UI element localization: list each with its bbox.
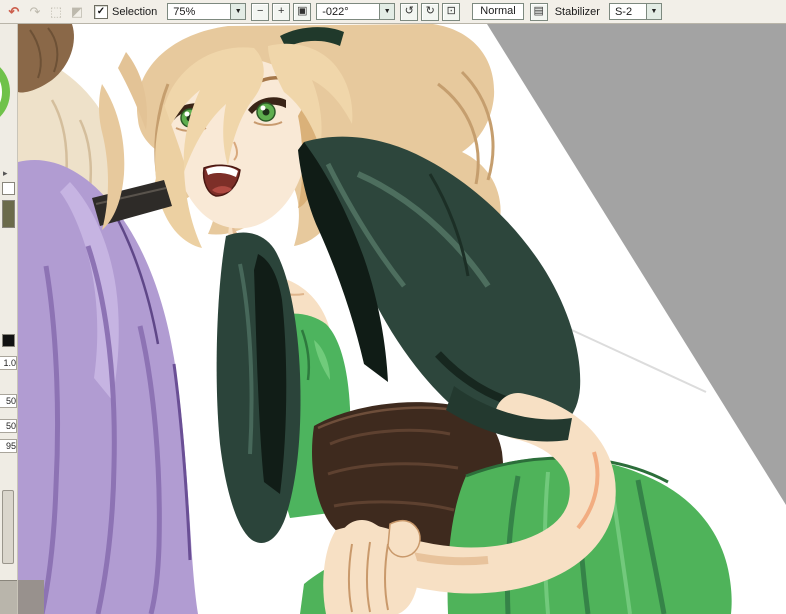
rotate-cw-icon[interactable]: ↻ <box>421 2 440 21</box>
panel-corner <box>0 580 17 614</box>
slider-value[interactable]: 50 <box>0 394 17 408</box>
rotate-ccw-icon[interactable]: ↺ <box>400 2 419 21</box>
top-toolbar: ↶ ↷ ⬚ ◩ ✓ Selection 75% ▼ − + ▣ -022° ▼ … <box>0 0 786 24</box>
selection-label: Selection <box>112 5 158 18</box>
angle-dropdown-icon[interactable]: ▼ <box>379 4 395 19</box>
zoom-reset-icon[interactable]: ▣ <box>293 2 312 21</box>
slider-value[interactable]: 95 <box>0 439 17 453</box>
selection-checkbox-group[interactable]: ✓ Selection <box>94 4 158 19</box>
tool-icon[interactable] <box>2 182 15 195</box>
angle-value[interactable]: -022° <box>317 6 379 18</box>
scrollbar-thumb[interactable] <box>2 490 14 564</box>
color-history-swatch[interactable] <box>2 200 15 228</box>
deselect-icon[interactable]: ⬚ <box>46 3 66 21</box>
invert-selection-icon[interactable]: ◩ <box>67 3 87 21</box>
panel-toggle-icon[interactable]: ▤ <box>529 2 548 21</box>
selection-checkbox[interactable]: ✓ <box>94 4 108 19</box>
zoom-in-button[interactable]: + <box>272 2 291 21</box>
zoom-out-button[interactable]: − <box>251 2 270 21</box>
color-wheel-icon[interactable] <box>0 56 10 128</box>
slider-value[interactable]: 50 <box>0 419 17 433</box>
foreground-color-swatch[interactable] <box>2 334 15 347</box>
workspace: ▸ 1.0 50 50 95 <box>0 24 786 614</box>
left-panel-edge: ▸ 1.0 50 50 95 <box>0 24 18 614</box>
panel-arrow-icon[interactable]: ▸ <box>3 168 8 178</box>
canvas-viewport[interactable] <box>18 24 786 614</box>
zoom-value[interactable]: 75% <box>168 6 230 18</box>
canvas-artwork[interactable] <box>18 24 786 614</box>
slider-value[interactable]: 1.0 <box>0 356 17 370</box>
undo-icon[interactable]: ↶ <box>4 3 24 21</box>
redo-icon[interactable]: ↷ <box>25 3 45 21</box>
angle-combo[interactable]: -022° ▼ <box>316 3 396 20</box>
zoom-dropdown-icon[interactable]: ▼ <box>230 4 246 19</box>
stabilizer-label: Stabilizer <box>554 5 600 18</box>
rotate-reset-icon[interactable]: ⊡ <box>442 2 461 21</box>
stabilizer-combo[interactable]: S-2 ▼ <box>608 3 662 20</box>
stabilizer-dropdown-icon[interactable]: ▼ <box>645 4 661 19</box>
stabilizer-value[interactable]: S-2 <box>610 6 646 18</box>
blend-mode-box[interactable]: Normal <box>472 3 524 20</box>
zoom-combo[interactable]: 75% ▼ <box>167 3 247 20</box>
